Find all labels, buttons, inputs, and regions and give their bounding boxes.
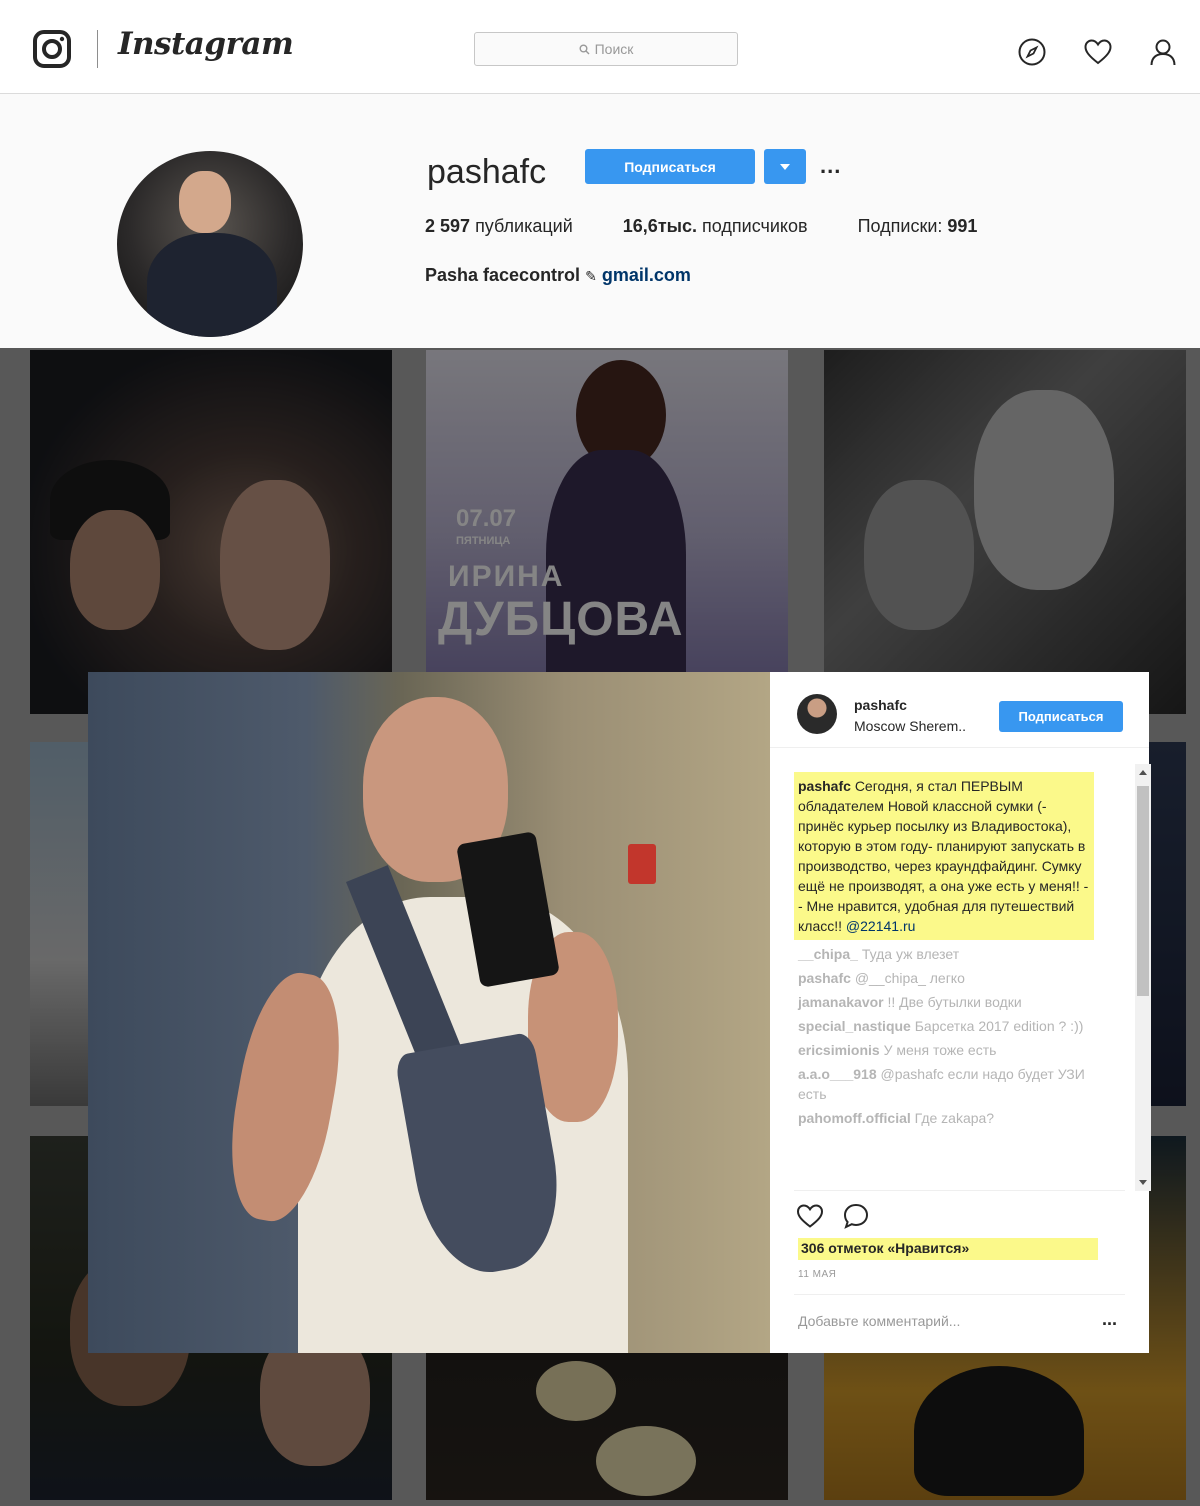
more-options-button[interactable]: ... [820,153,841,179]
followers-count: 16,6тыс. [622,216,698,236]
post-author-avatar[interactable] [797,694,837,734]
likes-count[interactable]: 306 отметок «Нравится» [798,1238,1098,1260]
posts-stat: 2 597 публикаций [425,216,573,237]
comment-item: pahomoff.official Где zakapa? [798,1108,1114,1128]
following-count: 991 [947,216,978,236]
add-comment-input[interactable]: Добавьте комментарий... [798,1313,960,1329]
comment-item: jamanakavor !! Две бутылки водки [798,992,1114,1012]
profile-bio: Pasha facecontrol ✎ gmail.com [425,265,691,286]
comment-item: special_nastique Барсетка 2017 edition ?… [798,1016,1114,1036]
comment-text: Туда уж влезет [861,946,960,962]
comment-text: У меня тоже есть [883,1042,997,1058]
profile-icon[interactable] [1148,37,1178,67]
follow-button[interactable]: Подписаться [585,149,755,184]
caption-username[interactable]: pashafc [798,778,851,794]
pencil-icon: ✎ [585,268,597,284]
comment-username[interactable]: special_nastique [798,1018,911,1034]
search-placeholder: Поиск [594,41,634,57]
comment-text: Барсетка 2017 edition ? :)) [914,1018,1084,1034]
profile-avatar[interactable] [117,151,303,337]
followers-stat[interactable]: 16,6тыс. подписчиков [623,216,808,237]
heart-icon[interactable] [1083,37,1113,67]
following-label: Подписки: [857,216,943,236]
comment-item: __chipa_ Туда уж влезет [798,944,1114,964]
instagram-wordmark[interactable]: Instagram [118,26,294,62]
post-sidebar: pashafc Moscow Sherem.. Подписаться pash… [770,672,1151,1353]
comment-text: !! Две бутылки водки [887,994,1022,1010]
posts-count: 2 597 [425,216,471,236]
comment-bubble-icon[interactable] [842,1202,870,1230]
following-stat[interactable]: Подписки: 991 [858,216,978,237]
post-location[interactable]: Moscow Sherem.. [854,718,966,734]
post-modal: pashafc Moscow Sherem.. Подписаться pash… [88,672,1151,1353]
profile-stats: 2 597 публикаций 16,6тыс. подписчиков По… [425,216,1027,237]
comments-scrollbar[interactable] [1135,764,1151,1191]
nav-divider [97,30,98,68]
comment-item: pashafc @__chipa_ легко [798,968,1114,988]
caption-text: Сегодня, я стал ПЕРВЫМ обладателем Новой… [798,778,1089,934]
caption-mention[interactable]: @22141.ru [846,918,915,934]
scrollbar-thumb[interactable] [1137,786,1149,996]
actions-divider [794,1190,1125,1191]
profile-username: pashafc [427,153,547,191]
comment-text: @__chipa_ легко [854,970,965,986]
comment-options-button[interactable]: ... [1102,1309,1117,1330]
comment-username[interactable]: a.a.o___918 [798,1066,877,1082]
comment-username[interactable]: pashafc [798,970,851,986]
suggestions-dropdown-button[interactable] [764,149,806,184]
post-header: pashafc Moscow Sherem.. Подписаться [770,672,1149,748]
search-icon [579,44,590,54]
search-input[interactable]: Поиск [474,32,738,66]
explore-compass-icon[interactable] [1017,37,1047,67]
top-nav: Instagram Поиск [0,0,1200,94]
add-comment-divider [794,1294,1125,1295]
comment-username[interactable]: ericsimionis [798,1042,880,1058]
comment-username[interactable]: __chipa_ [798,946,858,962]
scroll-down-arrow-icon[interactable] [1139,1180,1147,1185]
scroll-up-arrow-icon[interactable] [1139,770,1147,775]
post-follow-button[interactable]: Подписаться [999,701,1123,732]
comment-item: a.a.o___918 @pashafc если надо будет УЗИ… [798,1064,1114,1104]
comments-list: pashafc Сегодня, я стал ПЕРВЫМ обладател… [794,772,1114,1128]
followers-label: подписчиков [702,216,808,236]
post-caption: pashafc Сегодня, я стал ПЕРВЫМ обладател… [794,772,1094,940]
profile-header: pashafc Подписаться ... 2 597 публикаций… [0,95,1200,348]
comment-item: ericsimionis У меня тоже есть [798,1040,1114,1060]
comment-username[interactable]: pahomoff.official [798,1110,911,1126]
post-date: 11 МАЯ [798,1269,837,1280]
instagram-glyph-icon[interactable] [33,30,71,68]
avatar-body-shape [147,233,277,337]
post-author-username[interactable]: pashafc [854,697,907,713]
posts-label: публикаций [475,216,573,236]
bio-link[interactable]: gmail.com [602,265,691,285]
post-photo[interactable] [88,672,770,1353]
comment-username[interactable]: jamanakavor [798,994,884,1010]
bio-name: Pasha facecontrol [425,265,581,285]
avatar-head-shape [179,171,231,233]
comment-text: Где zakapa? [914,1110,995,1126]
chevron-down-icon [780,163,790,170]
like-heart-icon[interactable] [796,1202,824,1230]
